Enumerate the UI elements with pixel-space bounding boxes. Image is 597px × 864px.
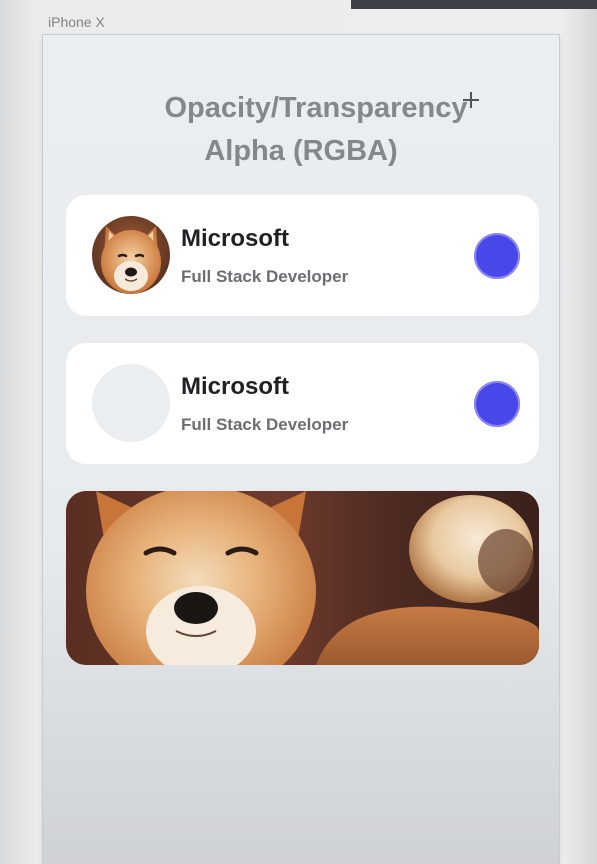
page-title: Opacity/Transparency Alpha (RGBA) <box>43 87 559 173</box>
toolbar-strip <box>351 0 597 9</box>
avatar-placeholder <box>92 364 170 442</box>
dog-avatar-image <box>92 216 170 294</box>
title-line-2: Alpha (RGBA) <box>204 135 398 167</box>
phone-artboard: Opacity/Transparency Alpha (RGBA) Micros… <box>43 35 559 864</box>
avatar-dog-photo <box>92 216 170 294</box>
profile-card-1[interactable]: Microsoft Full Stack Developer <box>66 195 539 316</box>
dog-banner-image <box>66 491 539 665</box>
card-subtitle: Full Stack Developer <box>181 267 349 286</box>
status-dot-button[interactable] <box>474 381 520 427</box>
card-title: Microsoft <box>181 225 289 252</box>
shiba-banner-illustration <box>66 491 539 665</box>
status-dot-button[interactable] <box>474 233 520 279</box>
artboard-label[interactable]: iPhone X <box>48 14 105 30</box>
profile-card-2[interactable]: Microsoft Full Stack Developer <box>66 343 539 464</box>
card-title: Microsoft <box>181 373 289 400</box>
title-line-1: Opacity/Transparency <box>164 92 468 124</box>
crosshair-cursor-icon <box>463 92 479 108</box>
card-subtitle: Full Stack Developer <box>181 415 349 434</box>
